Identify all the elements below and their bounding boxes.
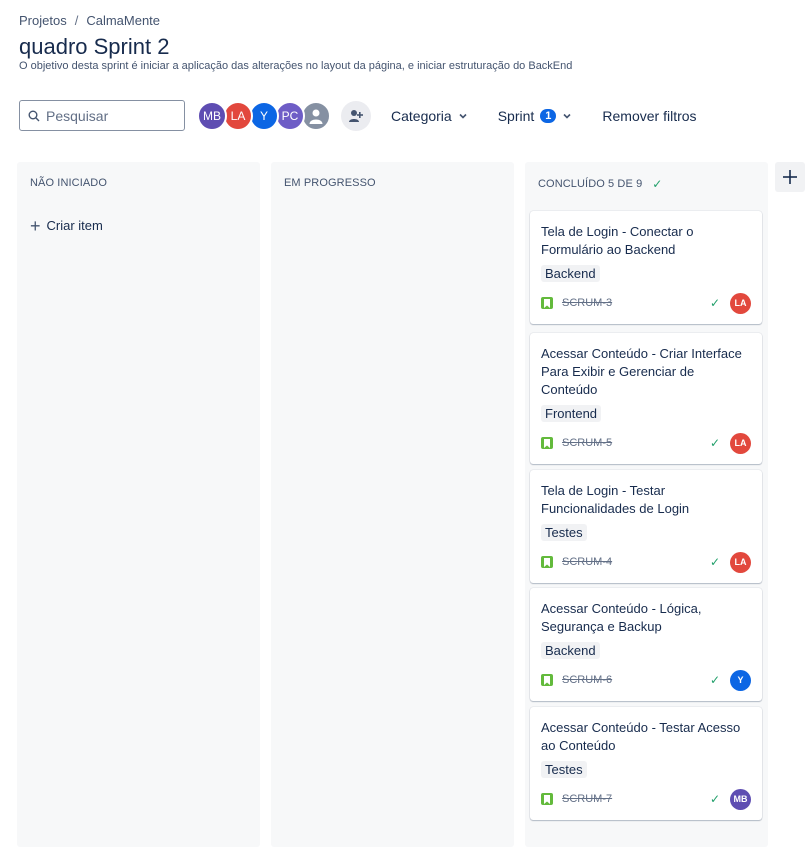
category-filter-label: Categoria [391, 107, 452, 124]
column-header: EM PROGRESSO [284, 177, 376, 189]
sprint-filter-button[interactable]: Sprint 1 [498, 108, 573, 124]
card-key[interactable]: SCRUM-3 [562, 297, 612, 309]
sprint-filter-label: Sprint [497, 107, 535, 124]
avatar-unassigned[interactable] [301, 100, 331, 131]
chevron-down-icon [459, 113, 467, 119]
avatar[interactable]: Y [249, 100, 279, 131]
add-person-icon [349, 109, 363, 122]
check-icon: ✓ [709, 555, 720, 569]
story-icon [541, 793, 553, 805]
card-label[interactable]: Frontend [541, 405, 602, 422]
add-people-button[interactable] [341, 100, 371, 131]
card-key[interactable]: SCRUM-5 [562, 437, 612, 449]
search-icon [28, 110, 40, 121]
column-title: NÃO INICIADO [30, 177, 107, 189]
card-title: Acessar Conteúdo - Criar Interface Para … [541, 346, 742, 397]
story-icon [541, 297, 553, 309]
card-label[interactable]: Backend [541, 642, 600, 659]
card-title: Tela de Login - Conectar o Formulário ao… [541, 224, 694, 257]
card-label[interactable]: Backend [541, 265, 600, 282]
story-icon [541, 556, 553, 568]
card-label[interactable]: Testes [541, 761, 587, 778]
column-header: CONCLUÍDO 5 DE 9 ✓ [538, 177, 662, 191]
remove-filters-button[interactable]: Remover filtros [602, 108, 696, 124]
plus-icon: + [30, 215, 41, 236]
card-key[interactable]: SCRUM-6 [562, 674, 612, 686]
issue-card[interactable]: Tela de Login - Testar Funcionalidades d… [530, 470, 762, 583]
check-icon: ✓ [652, 177, 663, 191]
card-footer: SCRUM-4 ✓ LA [541, 551, 751, 573]
create-item-button[interactable]: + Criar item [30, 215, 103, 236]
card-label[interactable]: Testes [541, 524, 587, 541]
avatar[interactable]: LA [223, 100, 253, 131]
sprint-count-badge: 1 [540, 108, 557, 123]
issue-card[interactable]: Acessar Conteúdo - Criar Interface Para … [530, 333, 762, 464]
check-icon: ✓ [709, 436, 720, 450]
avatar[interactable]: PC [275, 100, 305, 131]
column-done: CONCLUÍDO 5 DE 9 ✓ Tela de Login - Conec… [525, 162, 768, 847]
issue-card[interactable]: Acessar Conteúdo - Lógica, Segurança e B… [530, 588, 762, 701]
assignee-avatar[interactable]: LA [730, 432, 751, 454]
assignee-avatar[interactable]: MB [730, 788, 751, 810]
check-icon: ✓ [709, 296, 720, 310]
story-icon [541, 437, 553, 449]
assignee-avatar[interactable]: LA [730, 551, 751, 573]
card-title: Tela de Login - Testar Funcionalidades d… [541, 483, 690, 516]
issue-card[interactable]: Acessar Conteúdo - Testar Acesso ao Cont… [530, 707, 762, 820]
card-title: Acessar Conteúdo - Lógica, Segurança e B… [541, 601, 702, 634]
breadcrumb-projects-link[interactable]: Projetos [19, 13, 67, 28]
card-key[interactable]: SCRUM-4 [562, 556, 612, 568]
sprint-goal: O objetivo desta sprint é iniciar a apli… [19, 60, 573, 72]
card-title: Acessar Conteúdo - Testar Acesso ao Cont… [541, 720, 741, 753]
check-icon: ✓ [709, 673, 720, 687]
page-title: quadro Sprint 2 [19, 34, 170, 59]
board-toolbar: MBLAYPC Categoria Sprint 1 Remover filtr… [19, 99, 697, 132]
user-icon [309, 109, 323, 124]
search-box[interactable] [19, 100, 185, 131]
search-input[interactable] [46, 107, 176, 124]
avatar-group: MB LA Y PC [197, 100, 331, 131]
story-icon [541, 674, 553, 686]
check-icon: ✓ [709, 792, 720, 806]
card-footer: SCRUM-5 ✓ LA [541, 432, 751, 454]
column-header: NÃO INICIADO [30, 177, 107, 189]
column-title: CONCLUÍDO 5 DE 9 [538, 178, 643, 190]
column-title: EM PROGRESSO [284, 177, 376, 189]
breadcrumb-project-link[interactable]: CalmaMente [86, 13, 160, 28]
avatar[interactable]: MB [197, 100, 227, 131]
column-not-started: NÃO INICIADO + Criar item [17, 162, 260, 847]
add-column-button[interactable] [775, 162, 805, 192]
category-filter-button[interactable]: Categoria [391, 108, 468, 124]
assignee-avatar[interactable]: Y [730, 669, 751, 691]
create-item-label: Criar item [46, 218, 103, 233]
chevron-down-icon [563, 113, 571, 119]
breadcrumb-separator: / [74, 13, 79, 28]
card-key[interactable]: SCRUM-7 [562, 793, 612, 805]
card-footer: SCRUM-3 ✓ LA [541, 292, 751, 314]
card-footer: SCRUM-7 ✓ MB [541, 788, 751, 810]
issue-card[interactable]: Tela de Login - Conectar o Formulário ao… [530, 211, 762, 324]
card-footer: SCRUM-6 ✓ Y [541, 669, 751, 691]
breadcrumb: Projetos / CalmaMente [19, 13, 160, 28]
assignee-avatar[interactable]: LA [730, 292, 751, 314]
column-in-progress: EM PROGRESSO [271, 162, 514, 847]
plus-icon [783, 170, 797, 184]
